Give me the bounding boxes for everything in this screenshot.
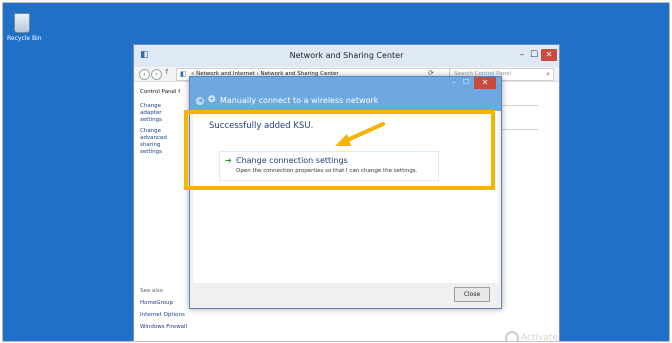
- dialog-close-button[interactable]: ✕: [474, 77, 496, 89]
- wireless-network-icon: ❂: [208, 95, 216, 105]
- back-arrow-icon[interactable]: ◀: [196, 97, 204, 105]
- desktop: Recycle Bin ◧ Network and Sharing Center…: [2, 2, 670, 342]
- window-title: Network and Sharing Center: [289, 51, 404, 60]
- close-button[interactable]: Close: [454, 287, 490, 302]
- recycle-bin-shortcut[interactable]: Recycle Bin: [7, 13, 42, 42]
- dialog-header: ◀ ❂ Manually connect to a wireless netwo…: [190, 93, 501, 111]
- change-advanced-sharing-link[interactable]: Change advanced sharing settings: [140, 128, 180, 156]
- homegroup-link[interactable]: HomeGroup: [140, 300, 173, 306]
- dialog-maximize-button[interactable]: ☐: [461, 78, 471, 86]
- change-adapter-settings-link[interactable]: Change adapter settings: [140, 103, 180, 124]
- activate-windows-icon: [505, 331, 519, 341]
- folder-icon: ◧: [180, 70, 187, 78]
- window-titlebar[interactable]: ◧ Network and Sharing Center – ☐ ✕: [134, 45, 559, 67]
- dialog-minimize-button[interactable]: –: [449, 78, 459, 86]
- activate-windows-watermark: Activate: [521, 333, 558, 342]
- control-panel-home-link[interactable]: Control Panel Home: [140, 89, 180, 95]
- dialog-header-text: Manually connect to a wireless network: [220, 96, 379, 105]
- left-pane: Control Panel Home Change adapter settin…: [140, 89, 180, 160]
- search-icon[interactable]: ⌕: [546, 69, 550, 80]
- internet-options-link[interactable]: Internet Options: [140, 312, 185, 318]
- minimize-button[interactable]: –: [517, 49, 527, 61]
- dialog-titlebar[interactable]: – ☐ ✕: [190, 77, 501, 93]
- forward-button[interactable]: ›: [151, 69, 162, 80]
- see-also-heading: See also: [140, 288, 164, 294]
- windows-firewall-link[interactable]: Windows Firewall: [140, 324, 187, 330]
- pointer-arrow-icon: [335, 122, 385, 146]
- recycle-bin-icon: [14, 13, 30, 33]
- back-button[interactable]: ‹: [139, 69, 150, 80]
- maximize-button[interactable]: ☐: [529, 49, 539, 61]
- up-arrow-icon[interactable]: ↑: [164, 68, 170, 76]
- close-button[interactable]: ✕: [541, 49, 557, 61]
- recycle-bin-label: Recycle Bin: [7, 35, 42, 42]
